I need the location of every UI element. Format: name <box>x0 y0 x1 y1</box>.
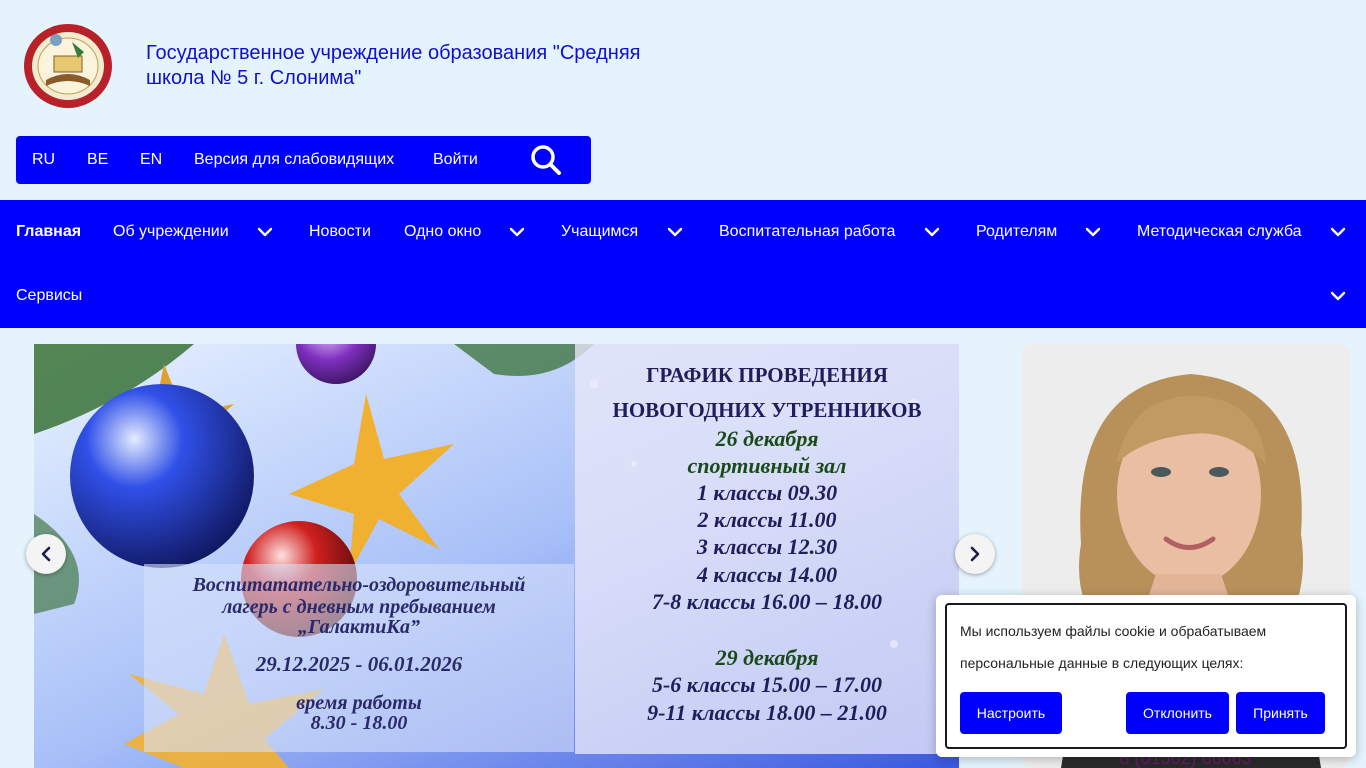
chevron-down-icon[interactable] <box>509 224 525 240</box>
chevron-down-icon[interactable] <box>667 224 683 240</box>
schedule-row: 4 классы 14.00 <box>696 562 838 587</box>
nav-item-one-window[interactable]: Одно окно <box>404 200 481 264</box>
lang-ru-link[interactable]: RU <box>32 136 55 184</box>
nav-item-home[interactable]: Главная <box>16 200 81 264</box>
schedule-title-line1: ГРАФИК ПРОВЕДЕНИЯ <box>646 363 888 387</box>
schedule-place: спортивный зал <box>687 453 847 478</box>
slider-next-button[interactable] <box>955 534 995 574</box>
nav-item-parents[interactable]: Родителям <box>976 200 1057 264</box>
main-navigation: Главная Об учреждении Новости Одно окно … <box>0 200 1366 328</box>
nav-item-methodical[interactable]: Методическая служба <box>1137 200 1302 264</box>
cookie-configure-button[interactable]: Настроить <box>960 692 1062 734</box>
schedule-day2: 29 декабря <box>715 645 819 670</box>
cookie-decline-button[interactable]: Отклонить <box>1126 692 1229 734</box>
accessibility-version-link[interactable]: Версия для слабовидящих <box>194 136 394 184</box>
login-link[interactable]: Войти <box>433 136 478 184</box>
schedule-title-line2: НОВОГОДНИХ УТРЕННИКОВ <box>612 398 922 422</box>
chevron-down-icon[interactable] <box>1330 224 1346 240</box>
slider-prev-button[interactable] <box>26 534 66 574</box>
lang-be-link[interactable]: BE <box>87 136 108 184</box>
cookie-consent-dialog: Мы используем файлы cookie и обрабатывае… <box>936 595 1356 757</box>
schedule-row: 9-11 классы 18.00 – 21.00 <box>647 700 887 725</box>
cookie-consent-box: Мы используем файлы cookie и обрабатывае… <box>945 603 1347 749</box>
schedule-day1: 26 декабря <box>715 426 819 451</box>
nav-item-about[interactable]: Об учреждении <box>113 200 229 264</box>
schedule-row: 2 классы 11.00 <box>697 507 837 532</box>
cookie-accept-button[interactable]: Принять <box>1236 692 1325 734</box>
schedule-panel: ГРАФИК ПРОВЕДЕНИЯ НОВОГОДНИХ УТРЕННИКОВ … <box>575 344 959 754</box>
search-icon <box>531 145 561 175</box>
chevron-right-icon <box>970 546 980 562</box>
nav-item-services[interactable]: Сервисы <box>16 264 82 328</box>
chevron-down-icon[interactable] <box>257 224 273 240</box>
lang-en-link[interactable]: EN <box>140 136 162 184</box>
chevron-left-icon <box>41 546 51 562</box>
nav-item-news[interactable]: Новости <box>309 200 371 264</box>
chevron-down-icon[interactable] <box>924 224 940 240</box>
site-title[interactable]: Государственное учреждение образования "… <box>146 41 666 91</box>
search-button[interactable] <box>530 144 562 176</box>
nav-item-upbringing[interactable]: Воспитательная работа <box>719 200 895 264</box>
camp-dates: 29.12.2025 - 06.01.2026 <box>255 652 463 676</box>
school-emblem-icon <box>24 24 112 108</box>
camp-info-panel: Воспитатательно-оздоровительный лагерь с… <box>144 564 574 752</box>
news-slider[interactable]: Воспитатательно-оздоровительный лагерь с… <box>34 344 959 768</box>
schedule-row: 1 классы 09.30 <box>696 480 838 505</box>
schedule-row: 3 классы 12.30 <box>696 534 838 559</box>
schedule-row: 7-8 классы 16.00 – 18.00 <box>651 589 882 614</box>
school-logo[interactable] <box>22 22 114 110</box>
camp-name: „ГалактиКа” <box>298 616 420 638</box>
camp-title-line1: Воспитатательно-оздоровительный <box>192 574 526 596</box>
chevron-down-icon[interactable] <box>1085 224 1101 240</box>
chevron-down-icon[interactable] <box>1330 288 1346 304</box>
cookie-consent-text: Мы используем файлы cookie и обрабатывае… <box>960 623 1267 671</box>
utility-bar: RU BE EN Версия для слабовидящих Войти <box>16 136 591 184</box>
camp-hours: 8.30 - 18.00 <box>310 712 408 734</box>
schedule-row: 5-6 классы 15.00 – 17.00 <box>651 672 882 697</box>
nav-item-students[interactable]: Учащимся <box>561 200 638 264</box>
